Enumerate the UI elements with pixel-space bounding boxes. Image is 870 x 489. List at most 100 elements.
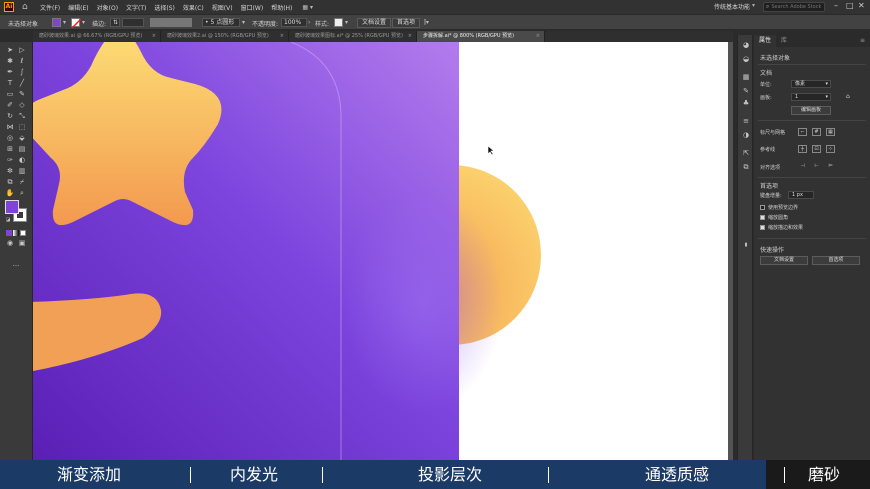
pencil-tool-icon[interactable]: ✎ bbox=[17, 90, 27, 99]
canvas-area[interactable] bbox=[33, 42, 733, 460]
edit-artboards-button[interactable]: 编辑画板 bbox=[791, 106, 831, 115]
default-colors-icon[interactable]: ◪ bbox=[3, 216, 13, 225]
symbol-sprayer-icon[interactable]: ✼ bbox=[5, 167, 15, 176]
opacity-input[interactable]: 100% bbox=[281, 18, 307, 27]
chevron-down-icon[interactable]: ▾ bbox=[242, 19, 245, 26]
fill-swatch[interactable] bbox=[5, 200, 19, 214]
direct-selection-tool-icon[interactable]: ▷ bbox=[17, 46, 27, 55]
hand-tool-icon[interactable]: ✋ bbox=[5, 189, 15, 198]
symbols-panel-icon[interactable]: ♣ bbox=[741, 99, 751, 107]
panel-menu-icon[interactable]: ≡ bbox=[855, 35, 870, 47]
snap-point-icon[interactable]: ⊣ bbox=[798, 163, 807, 171]
curvature-tool-icon[interactable]: ∫ bbox=[17, 68, 27, 77]
tab-document-2[interactable]: 磨砂玻璃效果2.ai @ 150% (RGB/GPU 预览) × bbox=[161, 31, 289, 42]
stroke-weight-stepper[interactable]: ⇅ bbox=[110, 18, 120, 27]
color-panel-icon[interactable]: ◕ bbox=[741, 41, 751, 49]
chevron-right-icon[interactable]: › bbox=[308, 19, 310, 26]
lock-guides-icon[interactable]: ⊡ bbox=[812, 145, 821, 153]
chevron-down-icon[interactable]: ▾ bbox=[63, 19, 66, 26]
align-options-icon[interactable]: ⫿▾ bbox=[424, 19, 429, 27]
layers-panel-icon[interactable]: ⧉ bbox=[741, 163, 751, 171]
paintbrush-icon[interactable]: ✐ bbox=[5, 101, 15, 110]
artboard-tool-icon[interactable]: ⧉ bbox=[5, 178, 15, 187]
swatches-panel-icon[interactable]: ▦ bbox=[741, 73, 751, 81]
line-segment-icon[interactable]: ╱ bbox=[17, 79, 27, 88]
units-dropdown[interactable]: 像素 ▾ bbox=[791, 80, 831, 88]
live-paint-icon[interactable]: ⬙ bbox=[17, 134, 27, 143]
variable-width-profile[interactable] bbox=[150, 18, 192, 27]
stroke-panel-icon[interactable]: ≡ bbox=[741, 117, 751, 125]
keyboard-increment-input[interactable]: 1 px bbox=[788, 191, 814, 199]
arrange-documents-icon[interactable]: ▦ ▾ bbox=[302, 4, 313, 11]
color-guide-icon[interactable]: ◒ bbox=[741, 55, 751, 63]
menu-edit[interactable]: 编辑(E) bbox=[68, 3, 88, 12]
graphic-style-swatch[interactable] bbox=[334, 18, 343, 27]
selection-tool-icon[interactable]: ➤ bbox=[5, 46, 15, 55]
stroke-weight-input[interactable] bbox=[122, 18, 144, 27]
gradient-mode-icon[interactable] bbox=[13, 230, 19, 236]
menu-window[interactable]: 窗口(W) bbox=[241, 3, 264, 12]
stroke-color-swatch[interactable] bbox=[71, 18, 82, 29]
shape-builder-icon[interactable]: ◎ bbox=[5, 134, 15, 143]
artboard-options-icon[interactable]: ⌂ bbox=[846, 93, 850, 100]
document-setup-button[interactable]: 文档设置 bbox=[357, 18, 392, 28]
screen-mode-icon[interactable]: ▣ bbox=[17, 239, 27, 248]
close-icon[interactable]: × bbox=[536, 31, 540, 42]
minimize-icon[interactable]: – bbox=[834, 1, 838, 10]
tab-document-3[interactable]: 磨砂玻璃效果图标.ai* @ 25% (RGB/GPU 预览) × bbox=[289, 31, 417, 42]
chevron-down-icon[interactable]: ▾ bbox=[345, 19, 348, 26]
more-tools-icon[interactable]: ··· bbox=[11, 262, 21, 271]
mesh-tool-icon[interactable]: ⊞ bbox=[5, 145, 15, 154]
scale-strokes-effects-checkbox[interactable] bbox=[760, 225, 765, 230]
tab-libraries[interactable]: 库 bbox=[776, 35, 792, 47]
magic-wand-icon[interactable]: ✱ bbox=[5, 57, 15, 66]
guides-icon[interactable]: ┼ bbox=[798, 145, 807, 153]
slice-tool-icon[interactable]: ⌿ bbox=[17, 178, 27, 187]
brush-definition-dropdown[interactable]: • 5 点圆形 bbox=[202, 18, 240, 27]
none-mode-icon[interactable] bbox=[20, 230, 26, 236]
close-icon[interactable]: × bbox=[408, 31, 412, 42]
gradient-tool-icon[interactable]: ▤ bbox=[17, 145, 27, 154]
menu-object[interactable]: 对象(O) bbox=[97, 3, 118, 12]
draw-mode-icon[interactable]: ◉ bbox=[5, 239, 15, 248]
type-tool-icon[interactable]: T bbox=[5, 79, 15, 88]
width-tool-icon[interactable]: ⋈ bbox=[5, 123, 15, 132]
tab-document-1[interactable]: 磨砂玻璃效果.ai @ 66.67% (RGB/GPU 预览) × bbox=[33, 31, 161, 42]
snap-pixel-icon[interactable]: ⊨ bbox=[826, 163, 835, 171]
chevron-down-icon[interactable]: ▾ bbox=[752, 2, 755, 9]
artboard-dropdown[interactable]: 1 ▾ bbox=[791, 93, 831, 101]
close-icon[interactable]: ✕ bbox=[858, 1, 865, 10]
free-transform-icon[interactable]: ⬚ bbox=[17, 123, 27, 132]
export-panel-icon[interactable]: ⇱ bbox=[741, 149, 751, 157]
ruler-icon[interactable]: ⌐ bbox=[798, 128, 807, 136]
blend-tool-icon[interactable]: ◐ bbox=[17, 156, 27, 165]
scale-corners-checkbox[interactable] bbox=[760, 215, 765, 220]
zoom-tool-icon[interactable]: ⌕ bbox=[17, 189, 27, 198]
preferences-button[interactable]: 首选项 bbox=[392, 18, 421, 28]
workspace-switcher[interactable]: 传统基本功能 bbox=[714, 2, 750, 11]
eraser-icon[interactable]: ◇ bbox=[17, 101, 27, 110]
stock-search-input[interactable] bbox=[771, 4, 822, 10]
transparency-panel-icon[interactable]: ◑ bbox=[741, 131, 751, 139]
tab-properties[interactable]: 属性 bbox=[754, 35, 777, 47]
lasso-icon[interactable]: ℓ bbox=[17, 57, 27, 66]
smart-guides-icon[interactable]: ⊹ bbox=[826, 145, 835, 153]
close-icon[interactable]: × bbox=[280, 31, 284, 42]
close-icon[interactable]: × bbox=[152, 31, 156, 42]
scale-tool-icon[interactable]: ⤡ bbox=[17, 112, 27, 121]
grid-icon[interactable]: # bbox=[812, 128, 821, 136]
panel-collapse-icon[interactable]: ▮ bbox=[741, 241, 751, 249]
chevron-down-icon[interactable]: ▾ bbox=[82, 19, 85, 26]
document-setup-button[interactable]: 文档设置 bbox=[760, 256, 808, 265]
column-graph-icon[interactable]: ▥ bbox=[17, 167, 27, 176]
menu-view[interactable]: 视图(V) bbox=[212, 3, 233, 12]
menu-select[interactable]: 选择(S) bbox=[154, 3, 175, 12]
fill-color-swatch[interactable] bbox=[52, 18, 61, 27]
snap-grid-icon[interactable]: ⊢ bbox=[812, 163, 821, 171]
tab-document-4[interactable]: 步骤拆解.ai* @ 800% (RGB/GPU 预览) × bbox=[417, 31, 545, 42]
menu-file[interactable]: 文件(F) bbox=[40, 3, 60, 12]
menu-help[interactable]: 帮助(H) bbox=[271, 3, 292, 12]
rotate-tool-icon[interactable]: ↻ bbox=[5, 112, 15, 121]
menu-type[interactable]: 文字(T) bbox=[126, 3, 146, 12]
pen-tool-icon[interactable]: ✒ bbox=[5, 68, 15, 77]
